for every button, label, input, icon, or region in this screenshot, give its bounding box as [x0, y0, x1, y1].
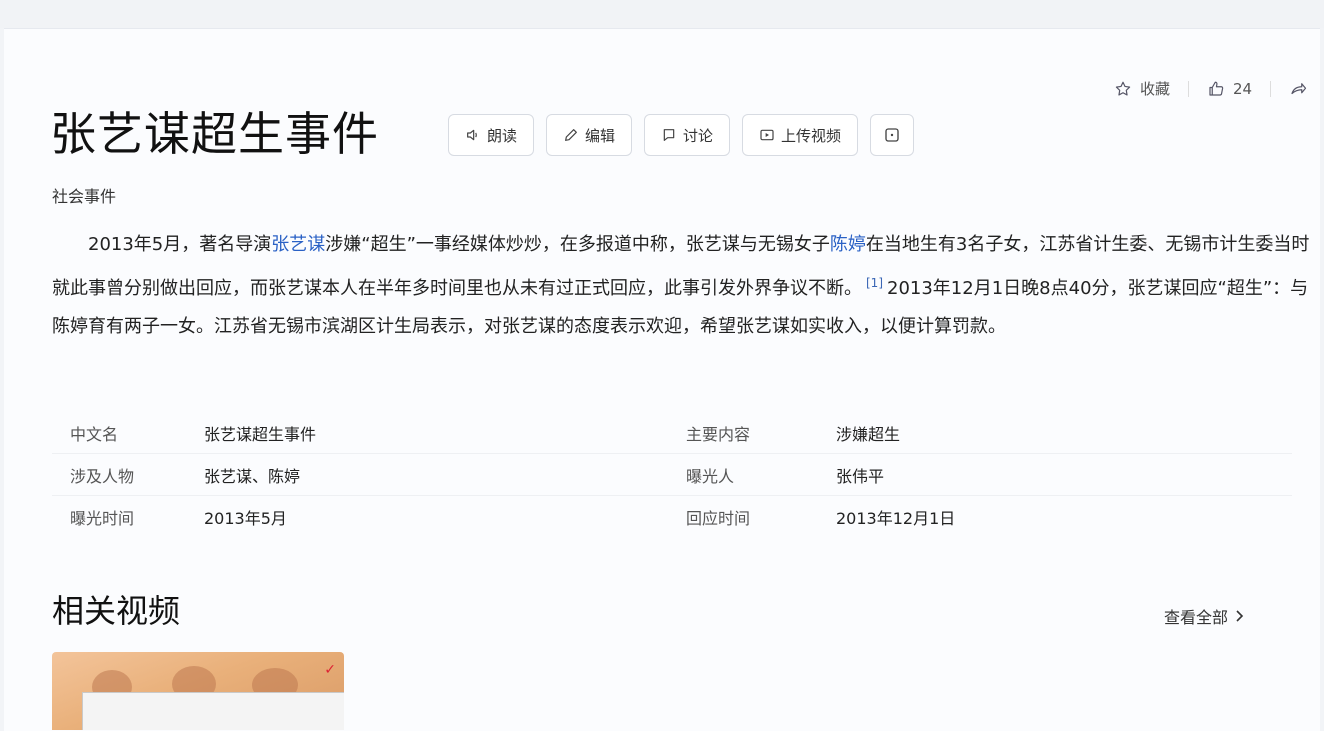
person-link-zhang[interactable]: 张艺谋 [271, 234, 325, 255]
info-row: 中文名 张艺谋超生事件 主要内容 涉嫌超生 [52, 412, 1292, 454]
edit-button[interactable]: 编辑 [546, 114, 633, 156]
like-count: 24 [1233, 79, 1253, 98]
edit-label: 编辑 [585, 126, 616, 145]
summary-text: 涉嫌“超生”一事经媒体炒炒，在多报道中称，张艺谋与无锡女子 [325, 234, 830, 255]
share-icon [1289, 80, 1307, 98]
comment-icon [661, 127, 677, 143]
info-value: 涉嫌超生 [836, 424, 901, 444]
info-value: 张伟平 [836, 466, 885, 486]
star-icon [1114, 80, 1132, 98]
more-button[interactable] [870, 114, 915, 156]
upload-video-label: 上传视频 [781, 126, 842, 145]
collect-label: 收藏 [1140, 80, 1171, 98]
read-aloud-button[interactable]: 朗读 [448, 114, 535, 156]
entry-actions: 收藏 24 [1114, 78, 1307, 99]
info-key: 曝光人 [686, 466, 735, 486]
info-key: 中文名 [70, 424, 119, 444]
more-icon [883, 126, 901, 144]
related-videos-heading: 相关视频 [52, 592, 181, 630]
discuss-label: 讨论 [683, 126, 714, 145]
collect-button[interactable]: 收藏 [1114, 78, 1170, 99]
info-row: 涉及人物 张艺谋、陈婷 曝光人 张伟平 [52, 454, 1292, 496]
action-divider [1188, 80, 1190, 97]
page-title: 张艺谋超生事件 [50, 107, 379, 161]
action-divider [1270, 80, 1272, 97]
thumbnail-mark-icon: ✓ [324, 662, 336, 678]
top-strip [0, 0, 1324, 28]
entry-toolbar: 朗读 编辑 讨论 上传视频 [448, 114, 915, 156]
upload-video-button[interactable]: 上传视频 [742, 114, 859, 156]
thumbs-up-icon [1207, 80, 1225, 98]
pencil-icon [563, 127, 579, 143]
info-value: 张艺谋、陈婷 [204, 466, 301, 486]
info-key: 曝光时间 [70, 508, 135, 528]
info-row: 曝光时间 2013年5月 回应时间 2013年12月1日 [52, 496, 1292, 537]
info-table: 中文名 张艺谋超生事件 主要内容 涉嫌超生 涉及人物 张艺谋、陈婷 曝光人 张伟… [52, 412, 1292, 537]
like-button[interactable]: 24 [1207, 80, 1252, 98]
speaker-icon [465, 127, 481, 143]
chevron-right-icon [1234, 609, 1246, 623]
entry-category: 社会事件 [52, 187, 117, 206]
view-all-link[interactable]: 查看全部 [1164, 604, 1246, 628]
entry-summary: 2013年5月，著名导演张艺谋涉嫌“超生”一事经媒体炒炒，在多报道中称，张艺谋与… [52, 226, 1314, 346]
discuss-button[interactable]: 讨论 [644, 114, 731, 156]
info-key: 回应时间 [686, 508, 751, 528]
read-aloud-label: 朗读 [487, 126, 518, 145]
info-key: 涉及人物 [70, 466, 135, 486]
share-button[interactable] [1289, 80, 1307, 98]
video-thumbnail[interactable]: ✓ [52, 652, 344, 730]
view-all-label: 查看全部 [1164, 608, 1229, 627]
info-value: 张艺谋超生事件 [204, 424, 317, 444]
person-link-chen[interactable]: 陈婷 [830, 234, 866, 255]
info-key: 主要内容 [686, 424, 751, 444]
info-value: 2013年12月1日 [836, 508, 956, 528]
reference-link[interactable]: [1] [866, 276, 883, 290]
thumbnail-window [82, 692, 344, 730]
info-value: 2013年5月 [204, 508, 287, 528]
summary-text: 2013年5月，著名导演 [88, 234, 272, 255]
video-icon [759, 127, 775, 143]
